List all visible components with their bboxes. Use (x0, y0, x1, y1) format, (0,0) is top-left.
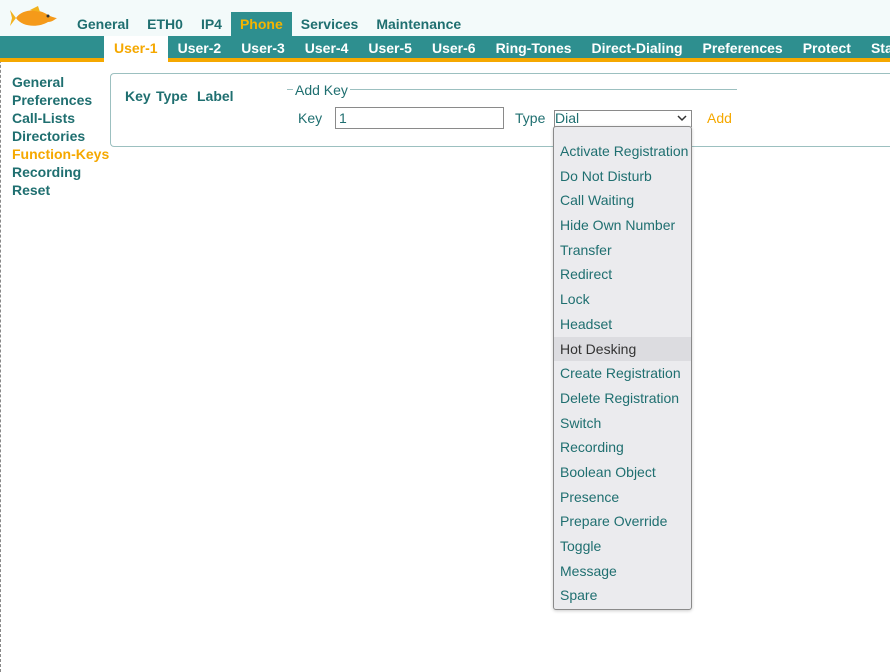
chevron-down-icon (677, 115, 687, 122)
add-key-link[interactable]: Add (707, 110, 732, 126)
tab-preferences[interactable]: Preferences (693, 36, 793, 58)
tab-ring-tones[interactable]: Ring-Tones (486, 36, 582, 58)
sidebar-item-call-lists[interactable]: Call-Lists (12, 109, 109, 127)
column-header-key: Key (125, 88, 151, 104)
sidebar-item-directories[interactable]: Directories (12, 127, 109, 145)
dropdown-option-activate-registration[interactable]: Activate Registration (554, 139, 691, 164)
dropdown-option-delete-registration[interactable]: Delete Registration (554, 386, 691, 411)
type-dropdown-list: Activate Registration Do Not Disturb Call … (553, 126, 692, 610)
function-keys-panel: Key Type Label Add Key Key 1 Type Dial A… (110, 73, 890, 147)
dropdown-option-prepare-override[interactable]: Prepare Override (554, 509, 691, 534)
key-label: Key (298, 110, 323, 126)
tab-user-4[interactable]: User-4 (295, 36, 359, 58)
side-menu: General Preferences Call-Lists Directories F… (12, 73, 109, 199)
type-select[interactable]: Dial (554, 110, 692, 127)
column-header-type: Type (156, 88, 188, 104)
type-label: Type (515, 110, 546, 126)
dropdown-option-transfer[interactable]: Transfer (554, 238, 691, 263)
top-nav: General ETH0 IP4 Phone Services Maintenance (68, 12, 470, 36)
dropdown-option-hide-own-number[interactable]: Hide Own Number (554, 213, 691, 238)
dropdown-option-redirect[interactable]: Redirect (554, 262, 691, 287)
dropdown-option-switch[interactable]: Switch (554, 411, 691, 436)
tab-user-3[interactable]: User-3 (231, 36, 295, 58)
dropdown-option-boolean-object[interactable]: Boolean Object (554, 460, 691, 485)
dropdown-option-hot-desking[interactable]: Hot Desking (554, 336, 691, 362)
dropdown-option-create-registration[interactable]: Create Registration (554, 361, 691, 386)
dropdown-option-toggle[interactable]: Toggle (554, 534, 691, 559)
dropdown-option-recording[interactable]: Recording (554, 435, 691, 460)
add-key-legend: Add Key (293, 82, 350, 98)
dropdown-option-headset[interactable]: Headset (554, 312, 691, 337)
type-select-value: Dial (555, 110, 580, 126)
dropdown-option-lock[interactable]: Lock (554, 287, 691, 312)
sidebar-item-recording[interactable]: Recording (12, 163, 109, 181)
dropdown-option-call-waiting[interactable]: Call Waiting (554, 188, 691, 213)
tab-user-1[interactable]: User-1 (104, 36, 168, 62)
key-input[interactable]: 1 (335, 107, 504, 129)
sub-nav: User-1 User-2 User-3 User-4 User-5 User-6 Ring… (104, 36, 890, 62)
sidebar-item-function-keys[interactable]: Function-Keys (12, 145, 109, 163)
tab-protect[interactable]: Protect (793, 36, 861, 58)
sidebar-item-general[interactable]: General (12, 73, 109, 91)
dropdown-option-message[interactable]: Message (554, 559, 691, 584)
sidebar-item-reset[interactable]: Reset (12, 181, 109, 199)
tab-state[interactable]: State (861, 36, 890, 58)
tab-user-2[interactable]: User-2 (168, 36, 232, 58)
dropdown-option-do-not-disturb[interactable]: Do Not Disturb (554, 164, 691, 189)
top-nav-phone[interactable]: Phone (230, 12, 292, 36)
dropdown-option-presence[interactable]: Presence (554, 485, 691, 510)
top-bar: General ETH0 IP4 Phone Services Maintenance (0, 0, 890, 36)
page-left-border (0, 0, 3, 672)
tab-user-5[interactable]: User-5 (358, 36, 422, 58)
column-header-label: Label (197, 88, 234, 104)
dropdown-option-partial (554, 127, 691, 139)
dropdown-option-spare[interactable]: Spare (554, 583, 691, 608)
sidebar-item-preferences[interactable]: Preferences (12, 91, 109, 109)
top-nav-services[interactable]: Services (292, 12, 368, 36)
top-nav-maintenance[interactable]: Maintenance (367, 12, 470, 36)
goldfish-logo (10, 6, 57, 26)
top-nav-eth0[interactable]: ETH0 (138, 12, 192, 36)
tab-user-6[interactable]: User-6 (422, 36, 486, 58)
top-nav-ip4[interactable]: IP4 (192, 12, 231, 36)
tab-direct-dialing[interactable]: Direct-Dialing (582, 36, 693, 58)
top-nav-general[interactable]: General (68, 12, 138, 36)
sub-nav-bar: User-1 User-2 User-3 User-4 User-5 User-6 Ring… (0, 36, 890, 62)
add-key-fieldset (287, 89, 737, 91)
